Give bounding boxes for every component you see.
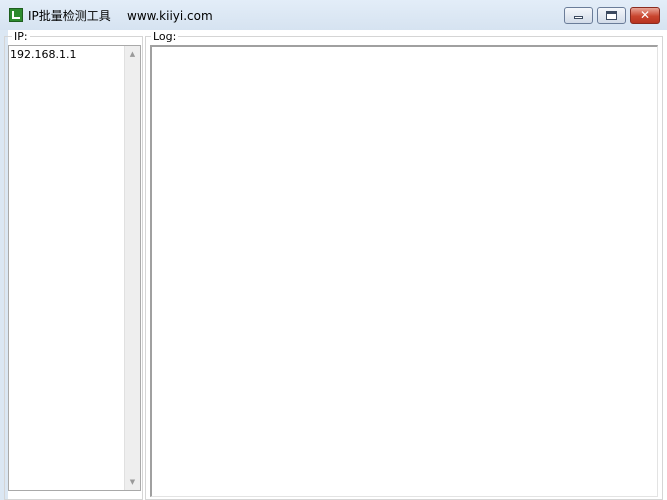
- scroll-up-arrow-icon[interactable]: ▲: [125, 46, 140, 62]
- minimize-button[interactable]: [564, 7, 593, 24]
- app-logo-icon[interactable]: [9, 8, 23, 22]
- app-window: IP批量检测工具 www.kiiyi.com ✕ IP: 192.168.1.1…: [0, 0, 667, 500]
- log-group-label: Log:: [151, 30, 179, 43]
- maximize-button[interactable]: [597, 7, 626, 24]
- window-url-text: www.kiiyi.com: [127, 9, 213, 23]
- ip-list-item[interactable]: 192.168.1.1: [10, 47, 76, 62]
- log-groupbox: Log:: [145, 30, 663, 500]
- minimize-icon: [574, 16, 583, 19]
- scroll-down-arrow-icon[interactable]: ▼: [125, 474, 140, 490]
- close-button[interactable]: ✕: [630, 7, 660, 24]
- log-textarea[interactable]: [150, 45, 658, 497]
- app-logo-mark: [12, 11, 20, 19]
- close-icon: ✕: [639, 8, 651, 22]
- title-bar[interactable]: IP批量检测工具 www.kiiyi.com ✕: [0, 0, 667, 30]
- client-area: IP: 192.168.1.1 ▲ ▼ Log:: [0, 30, 667, 500]
- ip-list-scrollbar[interactable]: ▲ ▼: [124, 46, 140, 490]
- window-title: IP批量检测工具: [28, 9, 111, 23]
- ip-group-label: IP:: [12, 30, 30, 43]
- maximize-icon: [606, 11, 617, 20]
- ip-list[interactable]: 192.168.1.1 ▲ ▼: [8, 45, 141, 491]
